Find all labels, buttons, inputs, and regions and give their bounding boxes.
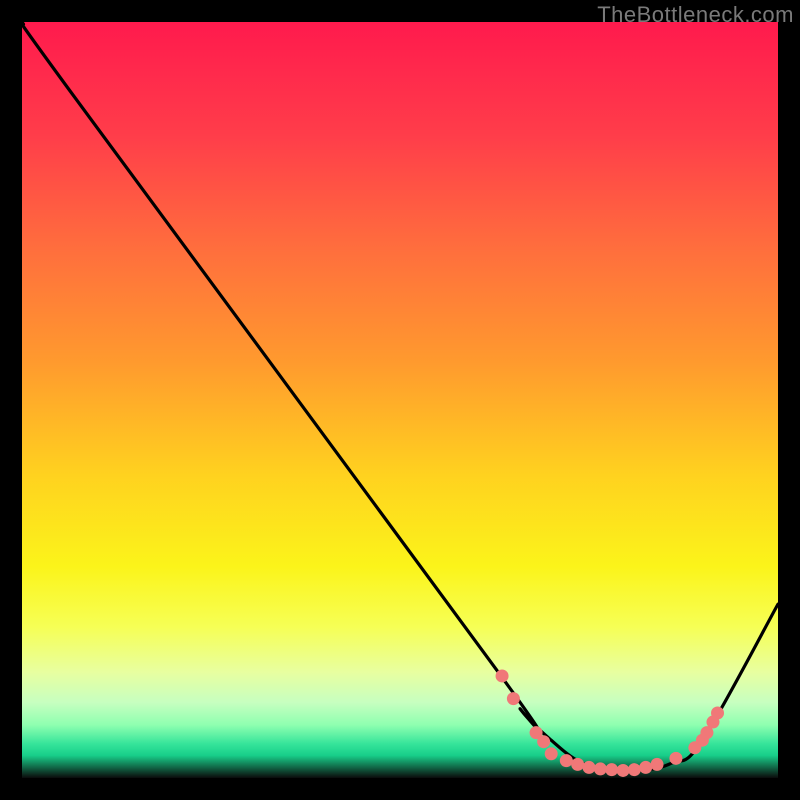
curve-layer <box>22 22 778 778</box>
marker-dot <box>669 752 682 765</box>
marker-dot <box>617 764 630 777</box>
chart-stage: TheBottleneck.com <box>0 0 800 800</box>
marker-dot <box>605 763 618 776</box>
marker-dot <box>651 758 664 771</box>
bottleneck-curve <box>22 22 778 771</box>
marker-dot <box>628 763 641 776</box>
marker-dot <box>507 692 520 705</box>
marker-dot <box>537 735 550 748</box>
marker-dot <box>571 758 584 771</box>
curve-markers <box>496 669 724 777</box>
marker-dot <box>545 747 558 760</box>
marker-dot <box>594 762 607 775</box>
marker-dot <box>711 706 724 719</box>
marker-dot <box>639 761 652 774</box>
marker-dot <box>583 761 596 774</box>
marker-dot <box>560 754 573 767</box>
plot-area <box>22 22 778 778</box>
marker-dot <box>496 669 509 682</box>
